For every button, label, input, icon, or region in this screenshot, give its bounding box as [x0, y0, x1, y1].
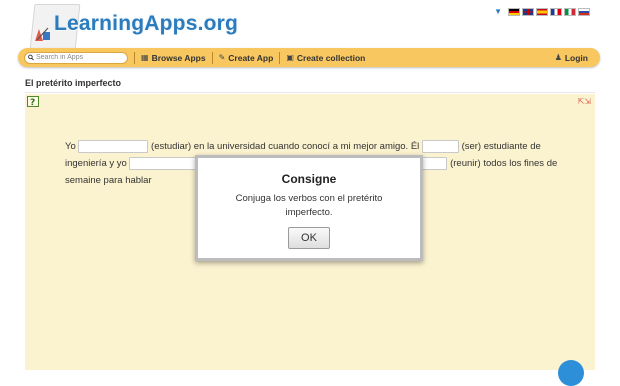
create-app-link[interactable]: ✎ Create App [219, 53, 274, 63]
language-selector[interactable]: ▼ [494, 7, 590, 16]
modal-title: Consigne [281, 172, 337, 186]
search-box[interactable] [24, 51, 128, 64]
page-title: El pretérito imperfecto [25, 78, 122, 88]
search-input[interactable] [34, 54, 124, 61]
user-icon: ♟ [554, 53, 562, 62]
flag-it-icon[interactable] [564, 7, 576, 16]
svg-text:?: ? [30, 98, 35, 107]
nav-separator [134, 51, 135, 64]
create-collection-label: Create collection [296, 52, 366, 63]
logo-pencil-icon [35, 27, 50, 41]
flag-es-icon[interactable] [536, 7, 548, 16]
flag-de-icon[interactable] [508, 7, 520, 16]
nav-separator [279, 51, 281, 64]
ok-button[interactable]: OK [288, 227, 330, 249]
browse-apps-label: Browse Apps [151, 52, 206, 63]
help-icon[interactable]: ? [27, 96, 39, 107]
login-link[interactable]: ♟ Login [555, 53, 588, 63]
pencil-icon: ✎ [218, 53, 226, 62]
login-label: Login [564, 52, 588, 63]
flag-ru-icon[interactable] [578, 7, 590, 16]
create-app-label: Create App [228, 52, 274, 63]
modal-text: Conjuga los verbos con el pretérito impe… [235, 193, 383, 218]
grid-icon: ▦ [141, 53, 149, 62]
instruction-modal: Consigne Conjuga los verbos con el preté… [195, 155, 423, 261]
fullscreen-icon[interactable]: ⇱⇲ [578, 97, 591, 106]
dropdown-arrow-icon[interactable]: ▼ [494, 7, 502, 16]
answer-gap-2[interactable] [421, 139, 459, 153]
help-bubble-button[interactable] [558, 360, 584, 386]
passage-text-2: (estudiar) en la universidad cuando cono… [151, 141, 420, 152]
main-navbar: ▦ Browse Apps ✎ Create App ▣ Create coll… [18, 48, 600, 67]
flag-fr-icon[interactable] [550, 7, 562, 16]
title-divider [25, 92, 595, 93]
answer-gap-1[interactable] [78, 139, 149, 153]
logo-text: LearningApps.org [54, 12, 239, 35]
collection-icon: ▣ [286, 53, 294, 62]
flag-en-icon[interactable] [522, 7, 534, 16]
learningapps-logo[interactable]: LearningApps.org [22, 0, 238, 50]
browse-apps-link[interactable]: ▦ Browse Apps [141, 53, 206, 63]
create-collection-link[interactable]: ▣ Create collection [286, 53, 365, 63]
passage-text-1: Yo [65, 141, 76, 152]
nav-separator [211, 51, 213, 64]
